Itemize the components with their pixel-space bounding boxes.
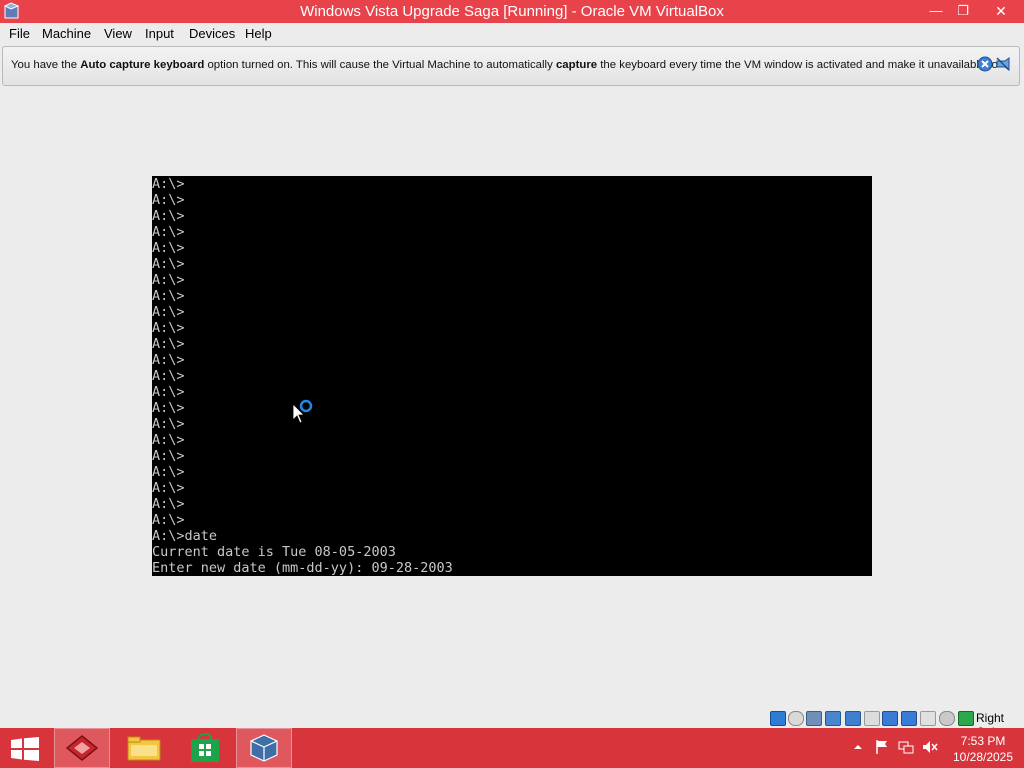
show-hidden-icons[interactable] — [850, 739, 866, 755]
close-message-icon[interactable] — [977, 56, 993, 72]
message-text-3: the keyboard every time the VM window is… — [597, 59, 998, 71]
taskbar-parallels[interactable] — [54, 728, 110, 768]
video-capture-icon[interactable] — [901, 711, 917, 726]
taskbar-store[interactable] — [177, 728, 233, 768]
optical-drive-icon[interactable] — [788, 711, 804, 726]
audio-icon[interactable] — [806, 711, 822, 726]
menu-help[interactable]: Help — [245, 26, 272, 41]
title-bar[interactable]: Windows Vista Upgrade Saga [Running] - O… — [0, 0, 1024, 23]
menu-view[interactable]: View — [104, 26, 132, 41]
minimize-button[interactable]: — — [921, 0, 951, 22]
clock-time: 7:53 PM — [960, 734, 1006, 748]
message-text-1: You have the — [11, 59, 81, 71]
message-text-2: option turned on. This will cause the Vi… — [204, 59, 556, 71]
menu-file[interactable]: File — [9, 26, 30, 41]
close-button[interactable]: ✕ — [984, 0, 1018, 22]
hard-disk-icon[interactable] — [770, 711, 786, 726]
restore-button[interactable]: ❐ — [948, 0, 978, 22]
windows-taskbar: 7:53 PM 10/28/2025 — [0, 728, 1024, 768]
virtualbox-icon — [250, 734, 278, 762]
dos-console-output: A:\> A:\> A:\> A:\> A:\> A:\> A:\> A:\> … — [152, 176, 453, 576]
volume-muted-icon[interactable] — [922, 739, 938, 755]
menu-input[interactable]: Input — [145, 26, 174, 41]
network-icon[interactable] — [898, 739, 914, 755]
menu-machine[interactable]: Machine — [42, 26, 91, 41]
display-icon[interactable] — [882, 711, 898, 726]
clock-date: 10/28/2025 — [952, 750, 1014, 764]
do-not-show-again-icon[interactable] — [995, 56, 1011, 72]
shared-folders-icon[interactable] — [864, 711, 880, 726]
vm-display[interactable]: A:\> A:\> A:\> A:\> A:\> A:\> A:\> A:\> … — [152, 176, 872, 576]
cpu-icon[interactable] — [958, 711, 974, 726]
menu-devices[interactable]: Devices — [189, 26, 235, 41]
keyboard-capture-icon[interactable] — [939, 711, 955, 726]
menu-bar: File Machine View Input Devices Help — [0, 23, 1024, 44]
busy-cursor-icon — [292, 399, 313, 424]
store-icon — [191, 733, 219, 762]
notification-message: You have the Auto capture keyboard optio… — [11, 59, 998, 71]
usb-icon[interactable] — [845, 711, 861, 726]
taskbar-clock[interactable]: 7:53 PM 10/28/2025 — [948, 733, 1018, 765]
message-bold-1: Auto capture keyboard — [80, 59, 205, 71]
action-center-flag-icon[interactable] — [874, 739, 890, 755]
network-icon[interactable] — [825, 711, 841, 726]
file-explorer-icon — [127, 736, 161, 761]
auto-capture-notification: You have the Auto capture keyboard optio… — [2, 46, 1020, 86]
mouse-integration-icon[interactable] — [920, 711, 936, 726]
window-title: Windows Vista Upgrade Saga [Running] - O… — [300, 3, 724, 20]
taskbar-virtualbox[interactable] — [236, 728, 292, 768]
parallels-icon — [65, 735, 99, 761]
message-bold-2: capture — [555, 59, 598, 71]
start-icon[interactable] — [11, 737, 39, 761]
taskbar-file-explorer[interactable] — [116, 728, 172, 768]
